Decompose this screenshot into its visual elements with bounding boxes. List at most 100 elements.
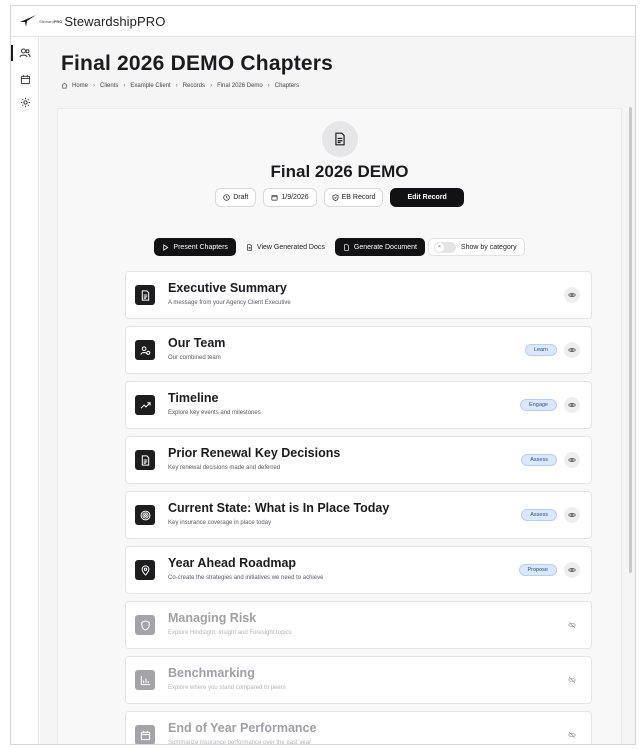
shield-check-icon (332, 194, 339, 201)
users-icon (19, 48, 31, 58)
hidden-toggle-button[interactable] (564, 727, 580, 743)
document-icon (141, 289, 149, 301)
status-text: Draft (233, 194, 249, 201)
breadcrumb: Home › Clients › Example Client › Record… (61, 82, 299, 89)
chapter-card[interactable]: Executive Summary A message from your Age… (125, 271, 592, 319)
hidden-toggle-button[interactable] (564, 617, 580, 633)
main-area: Final 2026 DEMO Chapters Home › Clients … (40, 37, 635, 744)
gear-icon (20, 97, 30, 107)
chapter-title: Benchmarking (168, 666, 255, 680)
present-chapters-button[interactable]: Present Chapters (154, 238, 236, 256)
eye-icon (568, 457, 576, 463)
chapter-subtitle: Key renewal decisions made and deferred (168, 465, 281, 471)
breadcrumb-client[interactable]: Example Client (130, 83, 170, 89)
hidden-toggle-button[interactable] (564, 672, 580, 688)
rail-item-clients[interactable] (11, 44, 34, 62)
chapter-card[interactable]: Managing Risk Explore Hindsight, Insight … (125, 601, 592, 649)
eye-icon (568, 567, 576, 573)
chapter-stage-badge: Assess (521, 454, 557, 466)
visibility-toggle-button[interactable] (564, 342, 580, 358)
record-type-badge: EB Record (323, 188, 384, 207)
file-icon (344, 243, 349, 251)
show-by-category-toggle[interactable]: × Show by category (427, 238, 525, 256)
visibility-toggle-button[interactable] (564, 507, 580, 523)
toggle-switch[interactable]: × (433, 241, 456, 253)
visibility-toggle-button[interactable] (564, 562, 580, 578)
chapter-stage-badge: Propose (518, 564, 557, 576)
chapter-card[interactable]: Current State: What is In Place Today Key… (125, 491, 592, 539)
breadcrumb-home[interactable]: Home (72, 83, 88, 89)
chapter-title: Timeline (168, 391, 219, 405)
chapter-icon-tile (135, 340, 155, 360)
chapter-icon-tile (135, 395, 155, 415)
top-bar: StewardPRO StewardshipPRO (11, 6, 635, 37)
edit-record-button[interactable]: Edit Record (390, 188, 464, 207)
chapter-card[interactable]: Our Team Our combined team Learn (125, 326, 592, 374)
view-generated-docs-button[interactable]: View Generated Docs (239, 238, 332, 256)
eye-off-icon (568, 621, 576, 629)
eye-icon (568, 292, 576, 298)
view-generated-docs-label: View Generated Docs (256, 243, 325, 251)
eye-off-icon (568, 676, 576, 684)
rail-item-settings[interactable] (16, 93, 34, 111)
scrollbar[interactable] (628, 107, 632, 573)
chapter-title: End of Year Performance (168, 721, 317, 735)
chapter-card[interactable]: Prior Renewal Key Decisions Key renewal d… (125, 436, 592, 484)
chapter-card[interactable]: Timeline Explore key events and milestone… (125, 381, 592, 429)
home-icon[interactable] (61, 82, 68, 89)
document-icon (247, 243, 252, 251)
breadcrumb-clients[interactable]: Clients (100, 83, 118, 89)
chapter-icon-tile (135, 725, 155, 744)
scrollbar-thumb[interactable] (629, 107, 632, 573)
show-by-category-label: Show by category (460, 243, 517, 251)
date-text: 1/9/2026 (281, 194, 309, 201)
breadcrumb-record[interactable]: Final 2026 Demo (217, 83, 263, 89)
play-icon (163, 243, 169, 251)
side-rail (11, 37, 39, 744)
chapter-subtitle: A message from your Agency Client Execut… (168, 300, 291, 306)
eye-icon (568, 347, 576, 353)
record-avatar (322, 121, 358, 157)
app-window: StewardPRO StewardshipPRO Final 2026 DEM… (10, 5, 636, 745)
eye-off-icon (568, 731, 576, 739)
chapter-icon-tile (135, 615, 155, 635)
visibility-toggle-button[interactable] (564, 397, 580, 413)
chapter-card[interactable]: Benchmarking Explore where you stand comp… (125, 656, 592, 704)
generate-document-button[interactable]: Generate Document (334, 238, 425, 256)
map-pin-icon (141, 564, 149, 576)
rail-item-calendar[interactable] (16, 70, 34, 88)
logo-small-text: StewardPRO (39, 18, 63, 24)
chapter-subtitle: Our combined team (168, 355, 221, 361)
record-type-text: EB Record (341, 194, 376, 201)
eye-icon (568, 512, 576, 518)
chapter-subtitle: Explore where you stand compared to peer… (168, 685, 286, 691)
chapter-subtitle: Summarize insurance performance over the… (168, 740, 312, 745)
chapter-title: Prior Renewal Key Decisions (168, 446, 341, 460)
calendar-icon (271, 194, 278, 201)
calendar-icon (20, 74, 30, 84)
chapter-card[interactable]: Year Ahead Roadmap Co-create the strategi… (125, 546, 592, 594)
calendar-icon (140, 730, 150, 740)
visibility-toggle-button[interactable] (564, 287, 580, 303)
chapter-subtitle: Explore key events and milestones (168, 410, 261, 416)
target-icon (140, 510, 150, 520)
toggle-knob: × (434, 242, 444, 252)
chapter-stage-badge: Assess (521, 509, 557, 521)
visibility-toggle-button[interactable] (564, 452, 580, 468)
breadcrumb-records[interactable]: Records (183, 83, 205, 89)
chapter-title: Year Ahead Roadmap (168, 556, 297, 570)
chapter-card[interactable]: End of Year Performance Summarize insuran… (125, 711, 592, 745)
status-badge: Draft (215, 188, 257, 207)
document-icon (335, 132, 345, 146)
chapter-title: Our Team (168, 336, 226, 350)
breadcrumb-separator: › (267, 82, 270, 89)
chapter-title: Managing Risk (168, 611, 257, 625)
team-icon (139, 345, 150, 355)
chapter-stage-badge: Learn (524, 344, 557, 356)
chapter-icon-tile (135, 560, 155, 580)
record-panel: Final 2026 DEMO Draft 1/9/2026 EB Record… (57, 108, 622, 744)
chapter-toolbar: Present Chapters View Generated Docs Gen… (58, 238, 621, 256)
present-chapters-label: Present Chapters (173, 243, 228, 251)
breadcrumb-separator: › (175, 82, 178, 89)
chapter-title: Current State: What is In Place Today (168, 501, 390, 515)
